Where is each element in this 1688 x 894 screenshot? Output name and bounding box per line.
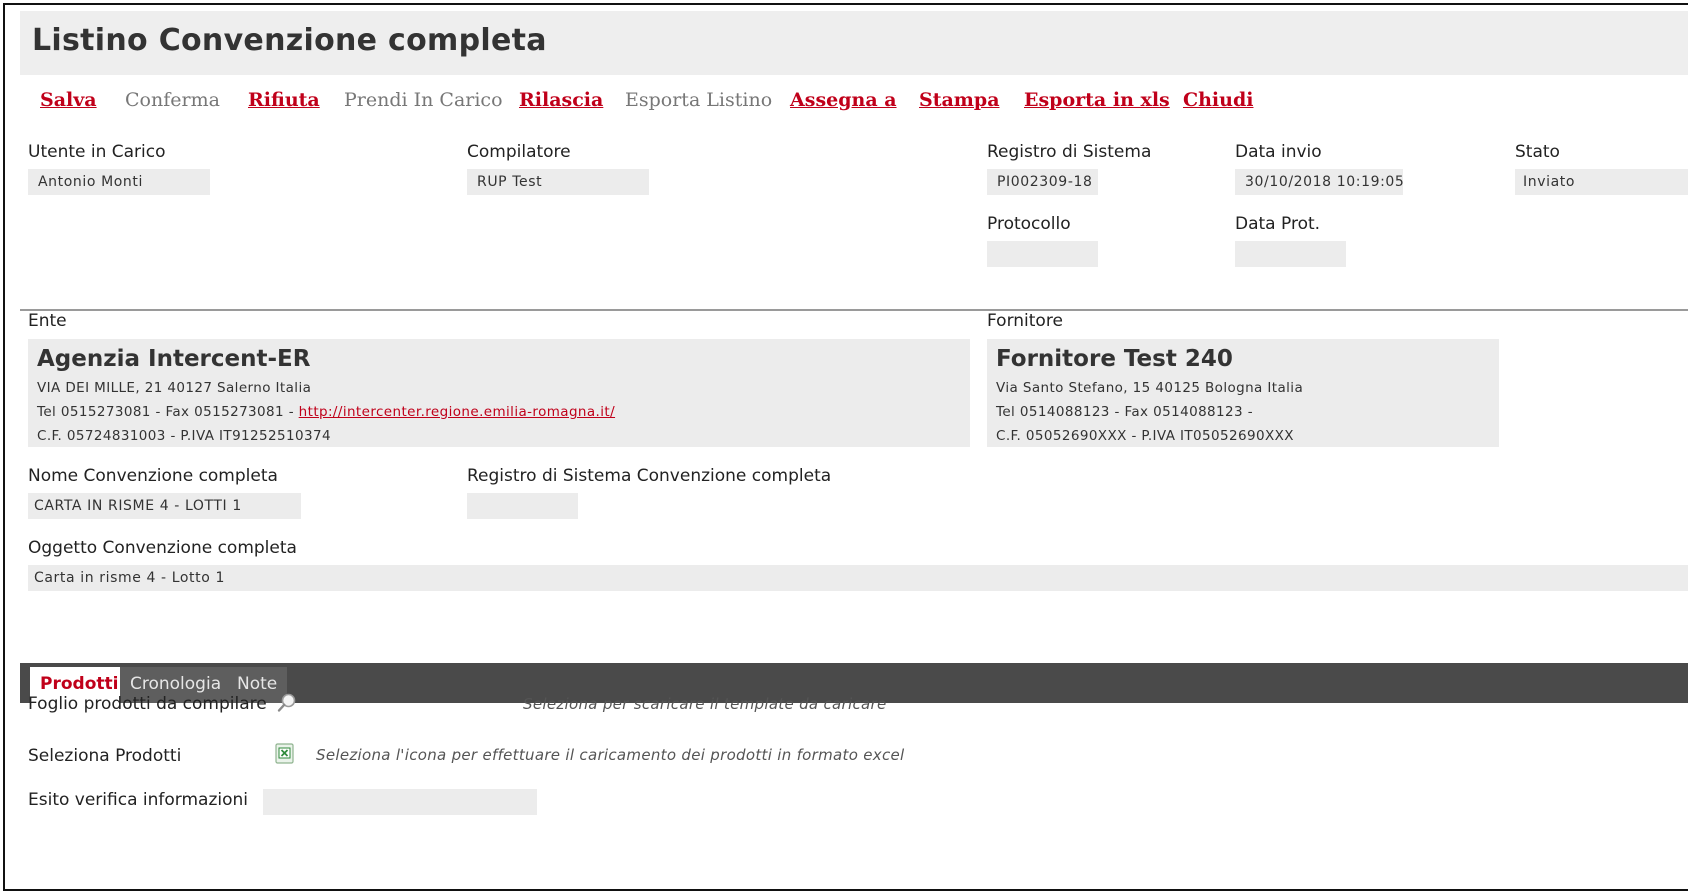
save-button[interactable]: Salva bbox=[40, 89, 97, 111]
agreement-name-label: Nome Convenzione completa bbox=[28, 466, 278, 486]
product-sheet-label: Foglio prodotti da compilare bbox=[28, 694, 267, 714]
search-icon[interactable] bbox=[275, 691, 299, 715]
assigned-user-field: Antonio Monti bbox=[28, 169, 210, 195]
agreement-subject-label: Oggetto Convenzione completa bbox=[28, 538, 297, 558]
assigned-user-label: Utente in Carico bbox=[28, 142, 166, 162]
ente-address: VIA DEI MILLE, 21 40127 Salerno Italia bbox=[37, 380, 312, 396]
select-products-label: Seleziona Prodotti bbox=[28, 746, 182, 766]
supplier-label: Fornitore bbox=[987, 311, 1063, 331]
section-divider bbox=[20, 309, 1688, 311]
status-label: Stato bbox=[1515, 142, 1560, 162]
verification-result-field bbox=[263, 789, 537, 815]
close-button[interactable]: Chiudi bbox=[1183, 89, 1253, 111]
export-xls-button[interactable]: Esporta in xls bbox=[1024, 89, 1170, 111]
ente-fiscal: C.F. 05724831003 - P.IVA IT91252510374 bbox=[37, 428, 331, 444]
agreement-register-field bbox=[467, 493, 578, 519]
page-title: Listino Convenzione completa bbox=[32, 23, 547, 58]
print-button[interactable]: Stampa bbox=[919, 89, 1000, 111]
excel-upload-icon[interactable] bbox=[274, 742, 296, 766]
toolbar: Salva Conferma Rifiuta Prendi In Carico … bbox=[20, 75, 1688, 121]
ente-website-link[interactable]: http://intercenter.regione.emilia-romagn… bbox=[299, 404, 615, 420]
verification-result-label: Esito verifica informazioni bbox=[28, 790, 248, 810]
agreement-name-field: CARTA IN RISME 4 - LOTTI 1 bbox=[28, 493, 301, 519]
product-sheet-hint: Seleziona per scaricare il template da c… bbox=[523, 695, 887, 713]
title-bar: Listino Convenzione completa bbox=[20, 11, 1688, 75]
assign-to-button[interactable]: Assegna a bbox=[790, 89, 897, 111]
ente-phone-fax: Tel 0515273081 - Fax 0515273081 - bbox=[37, 404, 299, 420]
protocol-date-label: Data Prot. bbox=[1235, 214, 1321, 234]
supplier-address: Via Santo Stefano, 15 40125 Bologna Ital… bbox=[996, 380, 1304, 396]
export-pricelist-button[interactable]: Esporta Listino bbox=[625, 89, 772, 111]
compiler-label: Compilatore bbox=[467, 142, 571, 162]
agreement-register-label: Registro di Sistema Convenzione completa bbox=[467, 466, 832, 486]
release-button[interactable]: Rilascia bbox=[519, 89, 603, 111]
confirm-button[interactable]: Conferma bbox=[125, 89, 220, 111]
protocol-date-field bbox=[1235, 241, 1346, 267]
reject-button[interactable]: Rifiuta bbox=[248, 89, 320, 111]
agreement-subject-field: Carta in risme 4 - Lotto 1 bbox=[28, 565, 1688, 591]
ente-name: Agenzia Intercent-ER bbox=[37, 346, 311, 372]
take-charge-button[interactable]: Prendi In Carico bbox=[344, 89, 503, 111]
select-products-hint: Seleziona l'icona per effettuare il cari… bbox=[316, 746, 905, 764]
status-field: Inviato bbox=[1515, 169, 1688, 195]
supplier-fiscal: C.F. 05052690XXX - P.IVA IT05052690XXX bbox=[996, 428, 1294, 444]
send-date-label: Data invio bbox=[1235, 142, 1322, 162]
supplier-name: Fornitore Test 240 bbox=[996, 346, 1233, 372]
ente-label: Ente bbox=[28, 311, 67, 331]
system-register-field: PI002309-18 bbox=[987, 169, 1098, 195]
protocol-label: Protocollo bbox=[987, 214, 1071, 234]
send-date-field: 30/10/2018 10:19:05 bbox=[1235, 169, 1404, 195]
system-register-label: Registro di Sistema bbox=[987, 142, 1152, 162]
main-window: Listino Convenzione completa Salva Confe… bbox=[3, 3, 1688, 891]
supplier-contacts: Tel 0514088123 - Fax 0514088123 - bbox=[996, 404, 1253, 420]
compiler-field: RUP Test bbox=[467, 169, 649, 195]
ente-contacts: Tel 0515273081 - Fax 0515273081 - http:/… bbox=[37, 400, 961, 424]
protocol-field bbox=[987, 241, 1098, 267]
supplier-card: Fornitore Test 240 Via Santo Stefano, 15… bbox=[987, 339, 1499, 447]
ente-card: Agenzia Intercent-ER VIA DEI MILLE, 21 4… bbox=[28, 339, 970, 447]
